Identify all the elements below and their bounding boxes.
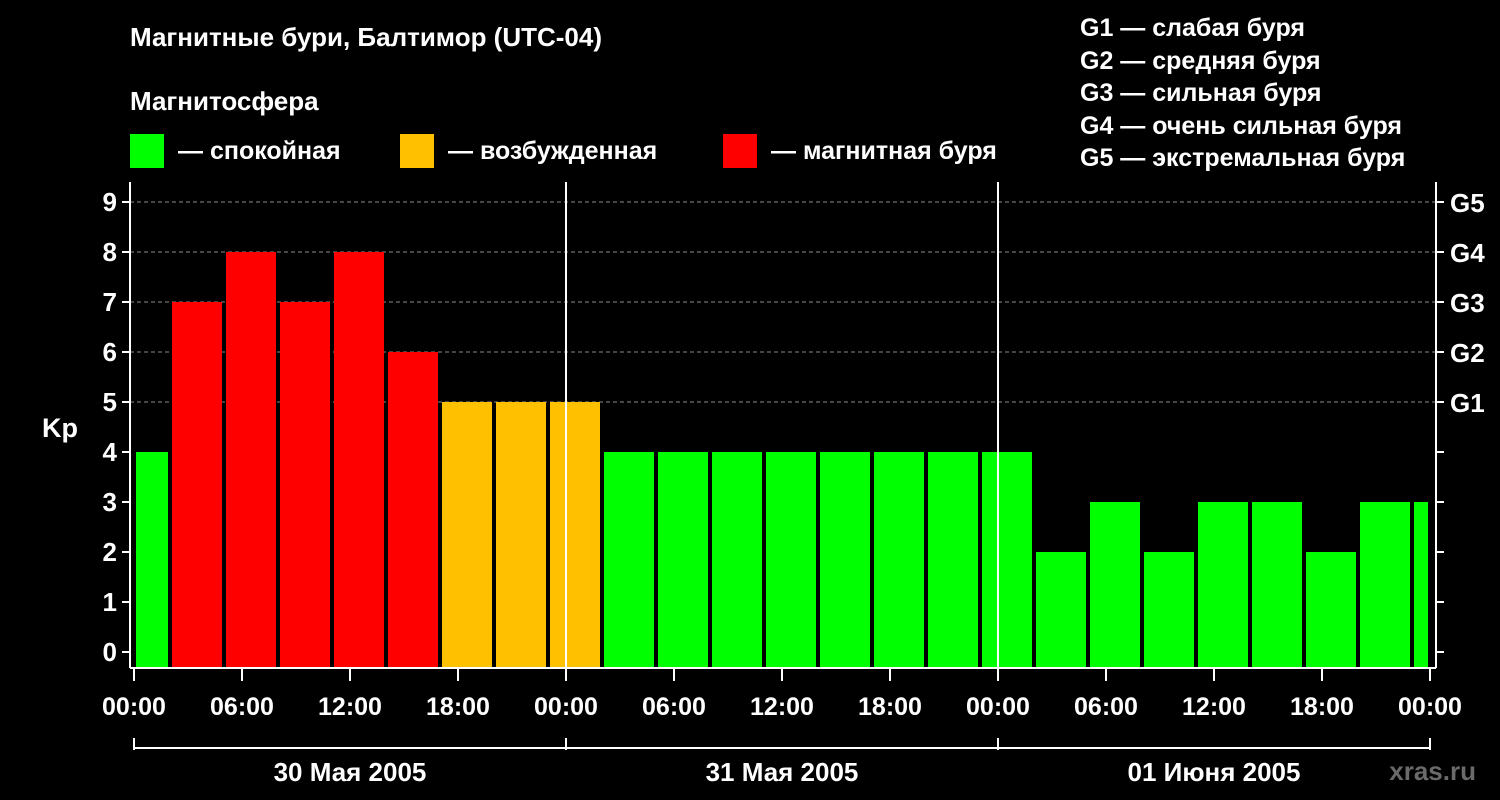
kp-bar-13 [820,452,870,668]
kp-bar-6 [442,402,492,668]
kp-bar-1 [172,302,222,668]
kp-bar-11 [712,452,762,668]
kp-bar-4 [334,252,384,668]
watermark: xras.ru [1389,756,1476,786]
g-level-label-g1: G1 [1450,388,1485,418]
x-tick-label-2: 12:00 [318,693,382,721]
kp-bar-0 [136,452,168,668]
day-label-0: 30 Мая 2005 [274,757,427,787]
kp-bar-10 [658,452,708,668]
g-level-label-g4: G4 [1450,238,1485,268]
kp-bar-2 [226,252,276,668]
kp-bar-16 [982,452,1032,668]
kp-bar-21 [1252,502,1302,668]
x-tick-label-10: 12:00 [1182,693,1246,721]
y-tick-label-2: 2 [103,537,117,567]
kp-bar-15 [928,452,978,668]
kp-bar-18 [1090,502,1140,668]
x-tick-label-8: 00:00 [966,693,1030,721]
kp-bar-22 [1306,552,1356,668]
kp-bar-17 [1036,552,1086,668]
x-tick-label-1: 06:00 [210,693,274,721]
y-tick-label-6: 6 [103,337,117,367]
kp-bar-7 [496,402,546,668]
x-tick-label-7: 18:00 [858,693,922,721]
x-tick-label-5: 06:00 [642,693,706,721]
x-tick-label-0: 00:00 [102,693,166,721]
day-label-2: 01 Июня 2005 [1128,757,1301,787]
x-tick-label-3: 18:00 [426,693,490,721]
y-axis-label: Kp [42,413,78,443]
x-tick-label-11: 18:00 [1290,693,1354,721]
kp-bar-5 [388,352,438,668]
x-tick-label-9: 06:00 [1074,693,1138,721]
y-tick-label-3: 3 [103,487,117,517]
x-tick-label-12: 00:00 [1398,693,1462,721]
y-tick-label-0: 0 [103,637,117,667]
kp-bar-14 [874,452,924,668]
kp-bar-20 [1198,502,1248,668]
y-tick-label-4: 4 [103,437,118,467]
y-tick-label-9: 9 [103,187,117,217]
x-tick-label-4: 00:00 [534,693,598,721]
x-tick-label-6: 12:00 [750,693,814,721]
kp-bar-9 [604,452,654,668]
kp-bar-24 [1414,502,1428,668]
g-level-label-g5: G5 [1450,188,1485,218]
kp-bar-12 [766,452,816,668]
g-level-label-g3: G3 [1450,288,1485,318]
kp-bar-chart: 0 1 2 3 4 5 6 7 8 9 G1 G2 G3 G4 G5 Kp 00:00 06:00 12:00 18:… [42,182,1485,787]
g-level-label-g2: G2 [1450,338,1485,368]
day-label-1: 31 Мая 2005 [706,757,859,787]
y-tick-label-7: 7 [103,287,117,317]
kp-bar-23 [1360,502,1410,668]
kp-bar-19 [1144,552,1194,668]
y-tick-label-5: 5 [103,387,117,417]
kp-bar-8 [550,402,600,668]
y-tick-label-8: 8 [103,237,117,267]
kp-bar-3 [280,302,330,668]
y-tick-label-1: 1 [103,587,117,617]
